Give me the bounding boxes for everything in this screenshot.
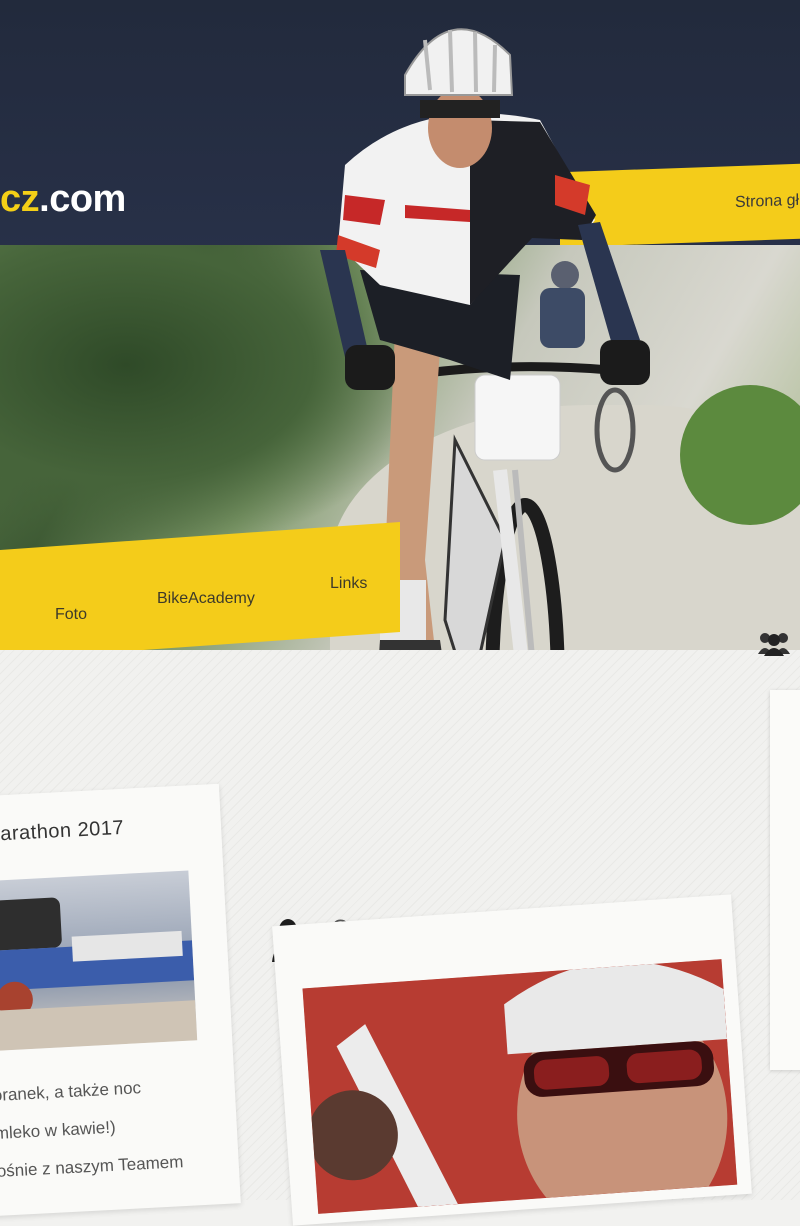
article-text-line: oranek, a także noc [0, 1078, 142, 1105]
group-icon [758, 633, 790, 656]
article-card[interactable]: Marathon 2017 oranek, a także noc mleko … [0, 783, 241, 1217]
race-photo [0, 897, 198, 1052]
nav-item-links[interactable]: Links [330, 575, 367, 593]
nav-item-bikeacademy[interactable]: BikeAcademy [157, 590, 255, 608]
article-thumbnail[interactable] [0, 870, 198, 1052]
article-text-line: ośnie z naszym Teamem [0, 1152, 184, 1181]
article-text-line: mleko w kawie!) [0, 1117, 117, 1143]
article-title[interactable]: Marathon 2017 [0, 817, 125, 847]
profile-photo [302, 959, 738, 1214]
nav-item-foto[interactable]: Foto [55, 606, 87, 624]
about-card [272, 894, 752, 1226]
sidebar-card [770, 690, 800, 1070]
